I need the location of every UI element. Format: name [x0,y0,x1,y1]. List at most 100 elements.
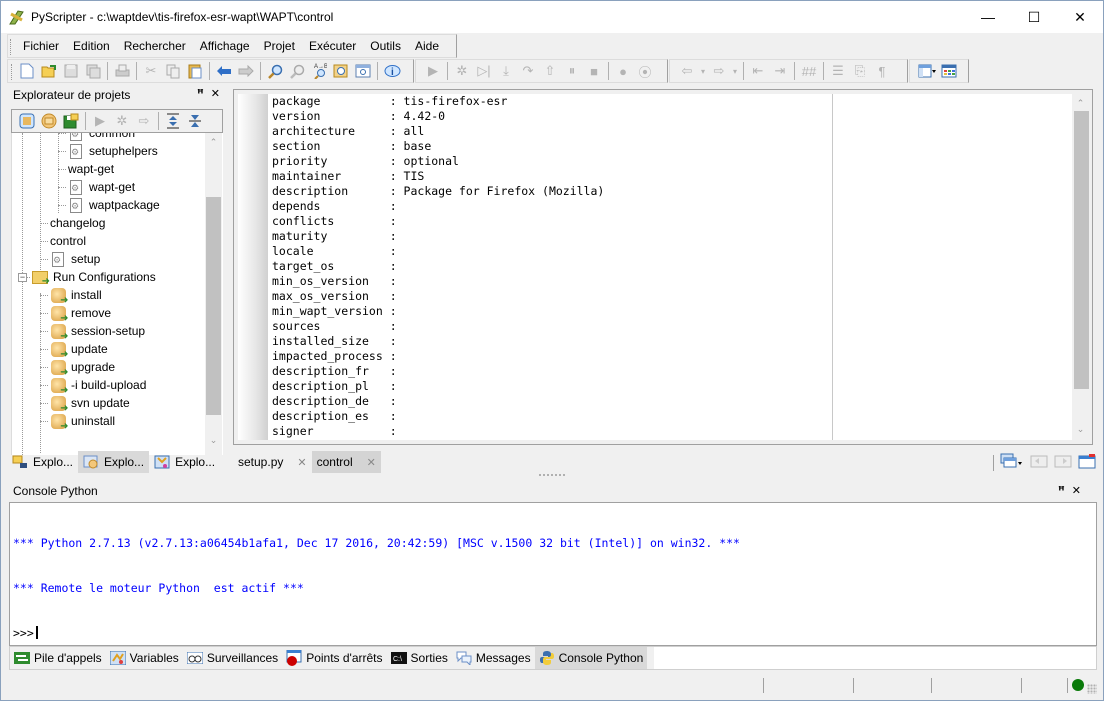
tree-vertical-scrollbar[interactable]: ⌃ ⌄ [205,133,222,455]
redo-icon[interactable] [235,60,257,82]
tree-item[interactable]: update [50,340,108,360]
menu-executer[interactable]: Exécuter [302,35,363,57]
editor-line[interactable]: architecture : all [272,124,604,139]
remove-item-icon[interactable]: ⇨ [133,110,155,132]
tree-item[interactable]: waptpackage [68,196,160,214]
comment-icon[interactable]: ## [798,60,820,82]
tab-console-python[interactable]: Console Python [534,647,648,669]
next-tab-icon[interactable] [1054,454,1072,471]
cut-icon[interactable]: ✂ [140,60,162,82]
new-file-icon[interactable] [16,60,38,82]
tree-item[interactable]: -i build-upload [50,376,146,396]
python-help-icon[interactable]: i [381,60,403,82]
tab-output[interactable]: C:\ Sorties [387,647,452,669]
console-close-icon[interactable]: ✕ [1072,484,1081,497]
tree-expander[interactable]: − [18,273,27,282]
close-tab-icon[interactable]: ✕ [367,456,376,469]
forward-dropdown-icon[interactable]: ▾ [730,60,740,82]
close-button[interactable]: ✕ [1057,1,1103,33]
replace-icon[interactable]: A→B [308,60,330,82]
forward-icon[interactable]: ⇨ [708,60,730,82]
editor-line[interactable]: signer : [272,424,604,439]
paste-icon[interactable] [184,60,206,82]
editor-line[interactable]: description_fr : [272,364,604,379]
tree-item[interactable]: Run Configurations [32,268,156,287]
editor-line[interactable]: min_os_version : [272,274,604,289]
scroll-up-arrow-icon[interactable]: ⌃ [205,137,222,148]
editor-line[interactable]: maintainer : TIS [272,169,604,184]
tab-messages[interactable]: Messages [452,647,535,669]
tab-setup-py[interactable]: setup.py ✕ [233,451,312,473]
editor-line[interactable]: version : 4.42-0 [272,109,604,124]
toggle-breakpoint-icon[interactable]: ● [612,60,634,82]
tree-item[interactable]: changelog [50,214,105,232]
horizontal-splitter[interactable] [539,474,565,476]
undo-icon[interactable] [213,60,235,82]
tab-control[interactable]: control ✕ [311,451,381,473]
pin-icon[interactable]: ꟸ [197,87,204,100]
previous-tab-icon[interactable] [1030,454,1048,471]
editor-line[interactable]: max_os_version : [272,289,604,304]
menubar-grip[interactable] [10,39,12,55]
editor-line[interactable]: locale : [272,244,604,259]
tree-item[interactable]: wapt-get [68,160,114,178]
tree-item[interactable]: wapt-get [68,178,135,196]
editor-scroll-down-icon[interactable]: ⌄ [1072,424,1089,435]
menu-fichier[interactable]: Fichier [16,35,66,57]
tree-item[interactable]: session-setup [50,322,145,342]
run-icon[interactable]: ▶ [422,60,444,82]
tab-call-stack[interactable]: Pile d'appels [10,647,106,669]
editor-line[interactable]: target_os : [272,259,604,274]
editor-line[interactable]: impacted_process : [272,349,604,364]
line-numbers-icon[interactable]: ☰ [827,60,849,82]
menu-projet[interactable]: Projet [257,35,302,57]
add-run-config-icon[interactable]: ✲ [111,110,133,132]
tab-code-explorer[interactable]: Explo... [149,451,220,473]
editor-line[interactable]: maturity : [272,229,604,244]
find-icon[interactable] [264,60,286,82]
code-editor[interactable]: package : tis-firefox-esr version : 4.42-… [238,94,1090,440]
open-project-icon[interactable] [38,110,60,132]
tab-list-icon[interactable] [1000,453,1024,472]
editor-line-partial[interactable] [272,439,604,440]
console-pin-icon[interactable]: ꟸ [1058,484,1065,497]
goto-icon[interactable] [352,60,374,82]
step-into-icon[interactable]: ⤓ [495,60,517,82]
editor-line[interactable]: priority : optional [272,154,604,169]
tree-item[interactable]: svn update [50,394,130,414]
save-all-icon[interactable] [82,60,104,82]
expand-all-icon[interactable] [162,110,184,132]
close-tab-icon[interactable]: ✕ [297,456,306,469]
maximize-button[interactable]: ☐ [1011,1,1057,33]
python-console[interactable]: *** Python 2.7.13 (v2.7.13:a06454b1afa1,… [9,502,1097,646]
scroll-down-arrow-icon[interactable]: ⌄ [205,435,222,446]
tree-item[interactable]: uninstall [50,412,115,432]
tree-item[interactable]: remove [50,304,111,324]
step-over-icon[interactable]: ↷ [517,60,539,82]
minimize-button[interactable]: — [965,1,1011,33]
open-file-icon[interactable] [38,60,60,82]
editor-line[interactable]: package : tis-firefox-esr [272,94,604,109]
tab-watches[interactable]: Surveillances [183,647,282,669]
editor-line[interactable]: description_de : [272,394,604,409]
new-project-icon[interactable] [16,110,38,132]
copy-icon[interactable] [162,60,184,82]
editor-vertical-scrollbar[interactable]: ⌃ ⌄ [1072,94,1090,440]
pause-icon[interactable]: ⏸ [561,60,583,82]
editor-line[interactable]: description : Package for Firefox (Mozil… [272,184,604,199]
tree-item[interactable]: common [68,133,135,142]
tab-variables[interactable]: Variables [106,647,183,669]
debug-icon[interactable]: ✲ [451,60,473,82]
indent-icon[interactable]: ⇥ [769,60,791,82]
editor-line[interactable]: conflicts : [272,214,604,229]
find-next-icon[interactable] [286,60,308,82]
editor-gutter[interactable] [238,94,268,440]
add-file-icon[interactable]: ▶ [89,110,111,132]
editor-line[interactable]: depends : [272,199,604,214]
editor-text[interactable]: package : tis-firefox-esr version : 4.42-… [272,94,604,440]
tree-item[interactable]: setup [50,250,100,268]
editor-scroll-up-icon[interactable]: ⌃ [1072,98,1089,109]
tree-item[interactable]: setuphelpers [68,142,158,160]
print-icon[interactable] [111,60,133,82]
find-in-files-icon[interactable] [330,60,352,82]
